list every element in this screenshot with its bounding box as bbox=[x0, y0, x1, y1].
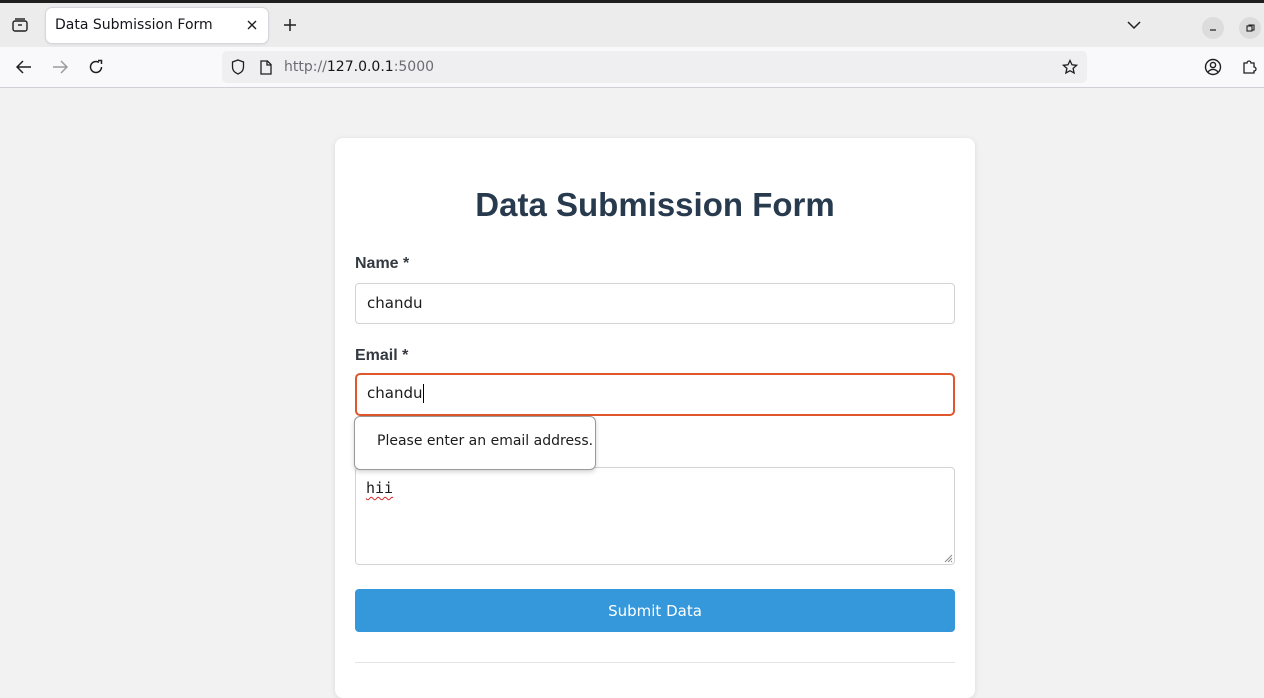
name-input[interactable]: chandu bbox=[355, 283, 955, 324]
divider bbox=[355, 662, 955, 663]
page-icon[interactable] bbox=[258, 59, 274, 75]
minimize-icon[interactable] bbox=[1202, 17, 1224, 39]
url-host: 127.0.0.1 bbox=[326, 59, 394, 75]
forward-arrow-icon[interactable] bbox=[50, 57, 70, 77]
bookmark-star-icon[interactable] bbox=[1061, 58, 1079, 76]
tab-overview-icon[interactable] bbox=[9, 14, 31, 36]
submit-button[interactable]: Submit Data bbox=[355, 589, 955, 632]
url-text[interactable]: http://127.0.0.1:5000 bbox=[284, 59, 434, 75]
new-tab-icon[interactable] bbox=[280, 15, 300, 35]
back-arrow-icon[interactable] bbox=[14, 57, 34, 77]
validation-tooltip: Please enter an email address. bbox=[354, 416, 596, 470]
name-input-value: chandu bbox=[367, 294, 423, 312]
email-label: Email * bbox=[355, 347, 409, 364]
tab-close-icon[interactable] bbox=[244, 17, 260, 33]
message-textarea[interactable]: hii bbox=[355, 467, 955, 565]
tab-active[interactable]: Data Submission Form bbox=[46, 8, 268, 43]
name-label: Name * bbox=[355, 255, 410, 272]
message-textarea-value: hii bbox=[366, 479, 394, 497]
text-caret bbox=[423, 384, 425, 403]
reload-icon[interactable] bbox=[86, 57, 106, 77]
restore-icon[interactable] bbox=[1239, 17, 1261, 39]
url-port: :5000 bbox=[393, 59, 435, 75]
tab-title: Data Submission Form bbox=[55, 17, 213, 33]
extensions-icon[interactable] bbox=[1239, 57, 1259, 77]
email-input[interactable]: chandu bbox=[355, 373, 955, 416]
tab-bar: Data Submission Form bbox=[0, 3, 1264, 47]
email-input-value: chandu bbox=[367, 384, 423, 402]
page-title: Data Submission Form bbox=[475, 186, 835, 223]
url-scheme: http:// bbox=[284, 59, 327, 75]
resize-grip-icon[interactable] bbox=[943, 553, 953, 563]
list-tabs-chevron-icon[interactable] bbox=[1124, 15, 1144, 35]
address-bar[interactable]: http://127.0.0.1:5000 bbox=[222, 51, 1087, 83]
shield-icon[interactable] bbox=[230, 59, 246, 75]
navigation-toolbar: http://127.0.0.1:5000 bbox=[0, 47, 1264, 88]
account-icon[interactable] bbox=[1203, 57, 1223, 77]
